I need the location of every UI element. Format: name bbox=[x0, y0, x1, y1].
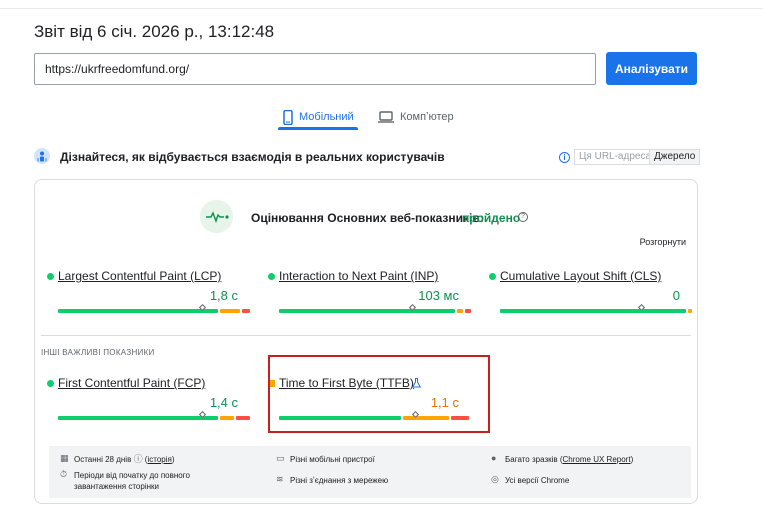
metric-value: 1,8 с bbox=[209, 288, 238, 303]
calendar-icon: ▦ bbox=[60, 453, 69, 463]
metric-value: 0 bbox=[672, 288, 680, 303]
distribution-bar bbox=[500, 309, 694, 313]
metric-name[interactable]: First Contentful Paint (FCP) bbox=[58, 376, 205, 390]
info-icon[interactable]: i bbox=[559, 152, 570, 163]
report-title: Звіт від 6 січ. 2026 р., 13:12:48 bbox=[34, 22, 275, 41]
distribution-bar bbox=[58, 309, 252, 313]
help-icon[interactable]: ? bbox=[518, 212, 528, 222]
distribution-bar bbox=[279, 309, 473, 313]
people-icon: ● bbox=[491, 453, 497, 463]
samples-text: Багато зразків ( bbox=[505, 455, 563, 464]
assessment-result: пройдено bbox=[462, 211, 521, 225]
footer-devices: ▭ Різні мобільні пристрої bbox=[276, 454, 375, 465]
smartphone-icon bbox=[283, 109, 293, 125]
data-info-footer: ▦ Останні 28 днів ⓘ (історія) ⏱ Періоди … bbox=[49, 446, 691, 498]
metric-name[interactable]: Interaction to Next Paint (INP) bbox=[279, 269, 438, 283]
versions-text: Усі версії Chrome bbox=[505, 476, 570, 485]
ttfb-highlight-box bbox=[268, 355, 490, 433]
wifi-icon: ≋ bbox=[276, 474, 284, 484]
metric-name[interactable]: Cumulative Layout Shift (CLS) bbox=[500, 269, 661, 283]
crux-report-link[interactable]: Chrome UX Report bbox=[563, 455, 631, 464]
metric-name[interactable]: Largest Contentful Paint (LCP) bbox=[58, 269, 221, 283]
assessment-label: Оцінювання Основних веб-показників: bbox=[251, 211, 484, 225]
tab-desktop-label: Компʼютер bbox=[400, 111, 454, 123]
status-good-icon bbox=[47, 380, 54, 387]
tab-mobile-label: Мобільний bbox=[299, 111, 354, 123]
help-icon[interactable]: ⓘ bbox=[134, 454, 143, 464]
footer-page-loads: ⏱ Періоди від початку до повного заванта… bbox=[60, 470, 225, 492]
field-data-card: Оцінювання Основних веб-показників: прой… bbox=[34, 179, 698, 504]
connections-text: Різні зʼєднання з мережею bbox=[290, 476, 389, 485]
crux-header: Дізнайтеся, як відбувається взаємодія в … bbox=[34, 148, 701, 168]
page-loads-text: Періоди від початку до повного завантаже… bbox=[74, 471, 190, 491]
chrome-icon: ◎ bbox=[491, 474, 499, 484]
expand-link[interactable]: Розгорнути bbox=[640, 237, 686, 247]
footer-versions: ◎ Усі версії Chrome bbox=[491, 475, 569, 486]
metric-inp: Interaction to Next Paint (INP) 103 мс bbox=[268, 269, 471, 329]
laptop-icon bbox=[378, 111, 394, 123]
analyze-button[interactable]: Аналізувати bbox=[606, 52, 697, 85]
pulse-icon bbox=[200, 200, 233, 233]
users-icon bbox=[34, 148, 50, 164]
metric-value: 103 мс bbox=[418, 288, 459, 303]
top-divider bbox=[0, 8, 763, 9]
devices-icon: ▭ bbox=[276, 453, 285, 463]
history-link[interactable]: історія bbox=[147, 455, 171, 464]
status-good-icon bbox=[268, 273, 275, 280]
metric-cls: Cumulative Layout Shift (CLS) 0 bbox=[489, 269, 692, 329]
distribution-bar bbox=[58, 416, 252, 420]
status-good-icon bbox=[47, 273, 54, 280]
section-divider bbox=[41, 335, 691, 336]
other-metrics-label: ІНШІ ВАЖЛИВІ ПОКАЗНИКИ bbox=[41, 348, 155, 357]
status-good-icon bbox=[489, 273, 496, 280]
footer-samples: ● Багато зразків (Chrome UX Report) bbox=[491, 454, 633, 465]
crux-heading: Дізнайтеся, як відбувається взаємодія в … bbox=[60, 150, 445, 164]
metric-value: 1,4 с bbox=[209, 395, 238, 410]
devices-text: Різні мобільні пристрої bbox=[290, 455, 375, 464]
stopwatch-icon: ⏱ bbox=[60, 469, 68, 479]
url-input[interactable] bbox=[34, 53, 596, 85]
segment-origin[interactable]: Джерело bbox=[649, 149, 701, 165]
samples-suffix: ) bbox=[630, 455, 634, 464]
active-tab-indicator bbox=[278, 127, 358, 130]
period-text: Останні 28 днів bbox=[74, 455, 132, 464]
metric-fcp: First Contentful Paint (FCP) 1,4 с bbox=[47, 376, 250, 436]
segment-this-url[interactable]: Ця URL-адреса bbox=[574, 149, 657, 165]
footer-period: ▦ Останні 28 днів ⓘ (історія) bbox=[60, 453, 175, 465]
metric-lcp: Largest Contentful Paint (LCP) 1,8 с bbox=[47, 269, 250, 329]
footer-connections: ≋ Різні зʼєднання з мережею bbox=[276, 475, 388, 486]
tab-desktop[interactable]: Компʼютер bbox=[378, 104, 454, 130]
